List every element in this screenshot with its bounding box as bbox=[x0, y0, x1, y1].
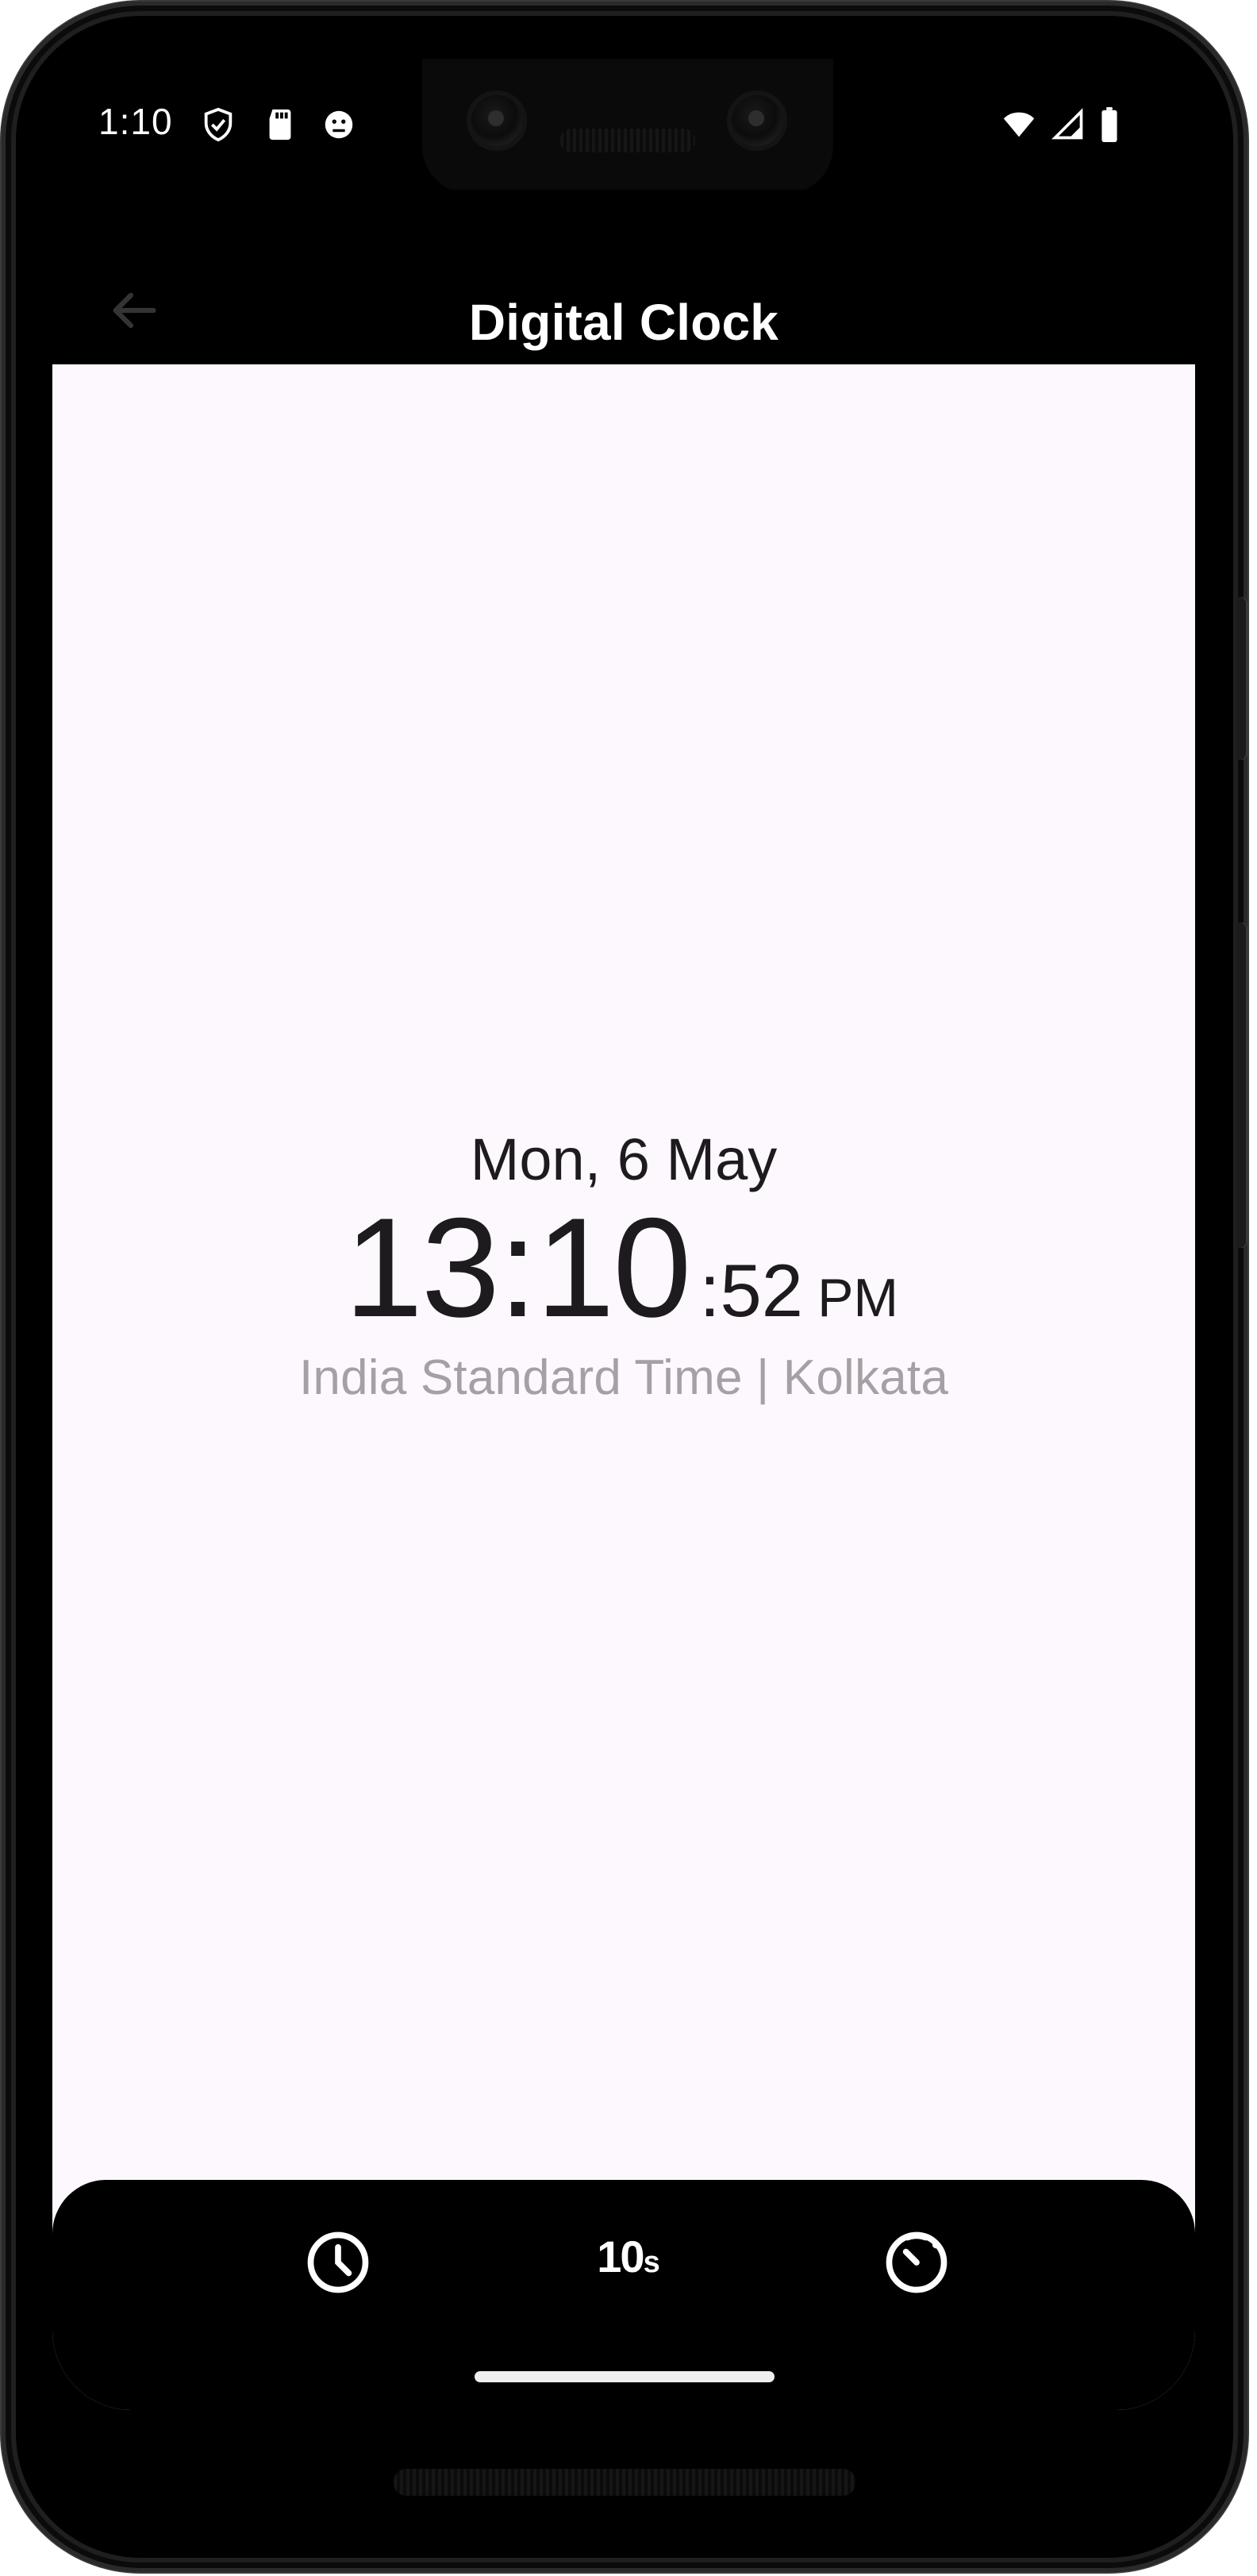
page-title: Digital Clock bbox=[468, 294, 779, 351]
stopwatch-icon[interactable] bbox=[880, 2226, 953, 2299]
seconds: :52 bbox=[699, 1249, 804, 1332]
timezone-label: India Standard Time | Kolkata bbox=[298, 1350, 949, 1405]
phone-frame: 1:10 Digital Clock Mon, 6 May 13:10:52 … bbox=[2, 2, 1247, 2572]
front-camera-icon bbox=[727, 90, 787, 151]
top-app-bar: Digital Clock bbox=[52, 190, 1195, 364]
earpiece-grille bbox=[560, 129, 695, 152]
main-content: Mon, 6 May 13:10 :52 PM India Standard T… bbox=[52, 364, 1195, 2410]
am-pm-label: PM bbox=[817, 1268, 899, 1328]
gesture-navigation-bar[interactable] bbox=[475, 2371, 775, 2382]
power-button bbox=[1236, 597, 1247, 760]
wifi-icon bbox=[997, 106, 1041, 143]
camera-notch bbox=[422, 59, 833, 194]
status-time: 1:10 bbox=[98, 101, 173, 142]
bottom-navigation: 10s bbox=[52, 2180, 1195, 2410]
time-display: 13:10 :52 PM bbox=[52, 1197, 1195, 1338]
clock-icon[interactable] bbox=[302, 2226, 375, 2299]
digital-clock-display: Mon, 6 May 13:10 :52 PM India Standard T… bbox=[52, 1130, 1195, 1406]
speaker-grille bbox=[394, 2469, 855, 2496]
timer-label: 10 bbox=[597, 2231, 644, 2281]
timer-text-icon[interactable]: 10s bbox=[592, 2231, 665, 2304]
date-label: Mon, 6 May bbox=[470, 1126, 778, 1192]
android-icon bbox=[321, 106, 357, 143]
battery-icon bbox=[1098, 106, 1121, 143]
volume-button bbox=[1236, 922, 1247, 1248]
signal-icon bbox=[1051, 106, 1086, 143]
timer-unit: s bbox=[643, 2246, 660, 2279]
sd-card-icon bbox=[262, 106, 298, 143]
front-camera-icon bbox=[467, 90, 527, 151]
hours-minutes: 13:10 bbox=[344, 1188, 691, 1346]
shield-icon bbox=[200, 106, 236, 143]
phone-screen: 1:10 Digital Clock Mon, 6 May 13:10:52 … bbox=[52, 59, 1195, 2410]
